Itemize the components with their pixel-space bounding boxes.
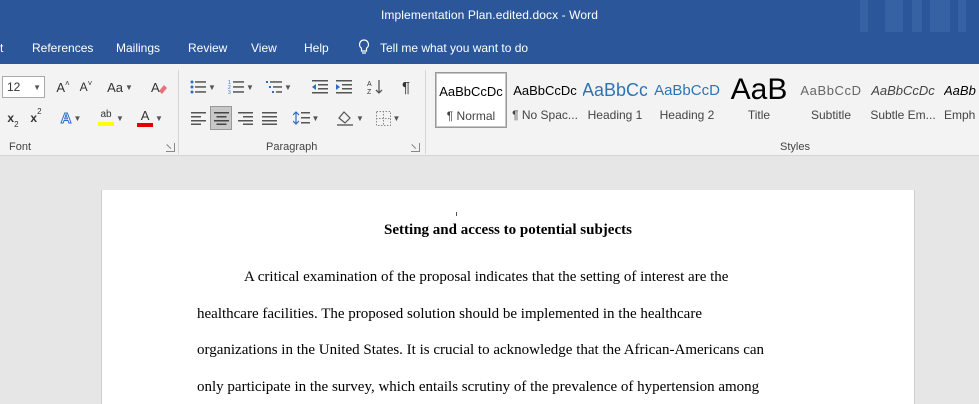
svg-text:3: 3 [228,90,231,94]
title-decoration [860,0,868,32]
font-color-icon[interactable]: A ▼ [134,107,166,129]
line-spacing-icon[interactable]: ▼ [290,107,322,129]
group-divider [425,70,426,154]
paragraph-line: A critical examination of the proposal i… [244,269,729,285]
font-size-value: 12 [7,80,21,94]
tab-view[interactable]: View [251,41,277,55]
tell-me-search[interactable]: Tell me what you want to do [358,39,528,56]
paragraph-line: organizations in the United States. It i… [197,342,765,358]
tab-mailings[interactable]: Mailings [116,41,160,55]
style-name: Subtitle [810,108,852,122]
style-sample: AaB [730,73,788,106]
multilevel-list-icon[interactable]: ▼ [264,76,294,98]
ribbon-tabs: t References Mailings Review View Help T… [0,32,979,64]
style-name: Subtle Em... [870,108,936,122]
styles-group-label: Styles [780,141,810,153]
decrease-indent-icon[interactable] [310,76,330,98]
style-sample: AaBbCc [583,79,647,100]
svg-text:A: A [151,80,160,95]
lightbulb-icon [358,39,370,54]
subscript-icon[interactable]: x2 [4,107,22,129]
style-sample: AaBbCcDc [871,82,935,98]
style-sample: AaBbCcDc [439,83,503,99]
tab-references[interactable]: References [32,41,93,55]
style-sample: AaBb [944,82,976,98]
ribbon: 12 ▼ A ˄ A ˅ Aa ▼ A x2 x2 A ▼ ab ▼ A ▼ Font [0,64,979,156]
style-sample: AaBbCcD [800,82,862,98]
title-decoration [930,0,950,32]
style-name: Heading 1 [587,108,643,122]
change-case-icon[interactable]: Aa ▼ [104,76,136,98]
paragraph-group-label: Paragraph [266,141,318,153]
style-title[interactable]: AaB Title [727,72,791,128]
tab-review[interactable]: Review [188,41,227,55]
superscript-icon[interactable]: x2 [27,107,45,129]
borders-icon[interactable]: ▼ [372,107,404,129]
shading-icon[interactable]: ▼ [334,107,366,129]
title-bar: Implementation Plan.edited.docx - Word [0,0,979,32]
svg-text:Z: Z [367,89,372,95]
title-decoration [958,0,966,32]
svg-text:A: A [367,81,372,88]
tab-insert[interactable]: t [0,41,3,55]
style-heading-1[interactable]: AaBbCc Heading 1 [583,72,647,128]
style-subtitle[interactable]: AaBbCcD Subtitle [797,72,865,128]
title-decoration [885,0,903,32]
justify-icon[interactable] [259,107,279,129]
highlight-icon[interactable]: ab ▼ [94,107,128,129]
pilcrow-icon[interactable]: ¶ [396,76,416,98]
align-right-icon[interactable] [235,107,255,129]
style-normal[interactable]: AaBbCcDc ¶ Normal [435,72,507,128]
style-name: ¶ Normal [446,109,496,123]
tab-help[interactable]: Help [304,41,329,55]
paragraph-line: only participate in the survey, which en… [197,379,760,395]
tell-me-label: Tell me what you want to do [380,40,529,55]
group-divider [178,70,179,154]
increase-indent-icon[interactable] [334,76,354,98]
bullets-icon[interactable]: ▼ [188,76,218,98]
style-sample: AaBbCcDc [513,82,577,98]
style-name: Heading 2 [659,108,715,122]
paragraph-line: healthcare facilities. The proposed solu… [197,306,702,322]
clear-formatting-icon[interactable]: A [148,76,170,98]
style-subtle-emphasis[interactable]: AaBbCcDc Subtle Em... [869,72,937,128]
font-dialog-launcher-icon[interactable] [166,143,175,152]
align-left-icon[interactable] [188,107,208,129]
align-center-icon[interactable] [210,106,232,130]
numbering-icon[interactable]: 123 ▼ [226,76,256,98]
text-effects-icon[interactable]: A ▼ [56,107,86,129]
chevron-down-icon: ▼ [33,83,41,92]
style-name: ¶ No Spac... [512,108,578,122]
grow-font-icon[interactable]: A ˄ [52,76,74,98]
style-emphasis[interactable]: AaBb Emph [944,72,979,128]
style-heading-2[interactable]: AaBbCcD Heading 2 [653,72,721,128]
document-page[interactable]: Setting and access to potential subjects… [101,190,915,404]
paragraph-dialog-launcher-icon[interactable] [411,143,420,152]
sort-icon[interactable]: AZ [364,76,386,98]
window-title: Implementation Plan.edited.docx - Word [380,8,599,22]
font-size-select[interactable]: 12 ▼ [2,76,45,98]
font-group-label: Font [9,141,32,153]
style-name: Emph [944,108,976,122]
text-fragment-mark [456,212,457,216]
style-sample: AaBbCcD [654,81,720,99]
document-canvas[interactable]: Setting and access to potential subjects… [0,157,979,404]
shrink-font-icon[interactable]: A ˅ [76,76,96,98]
style-no-spacing[interactable]: AaBbCcDc ¶ No Spac... [509,72,581,128]
section-heading: Setting and access to potential subjects [384,222,632,238]
title-decoration [912,0,922,32]
style-name: Title [747,108,771,122]
